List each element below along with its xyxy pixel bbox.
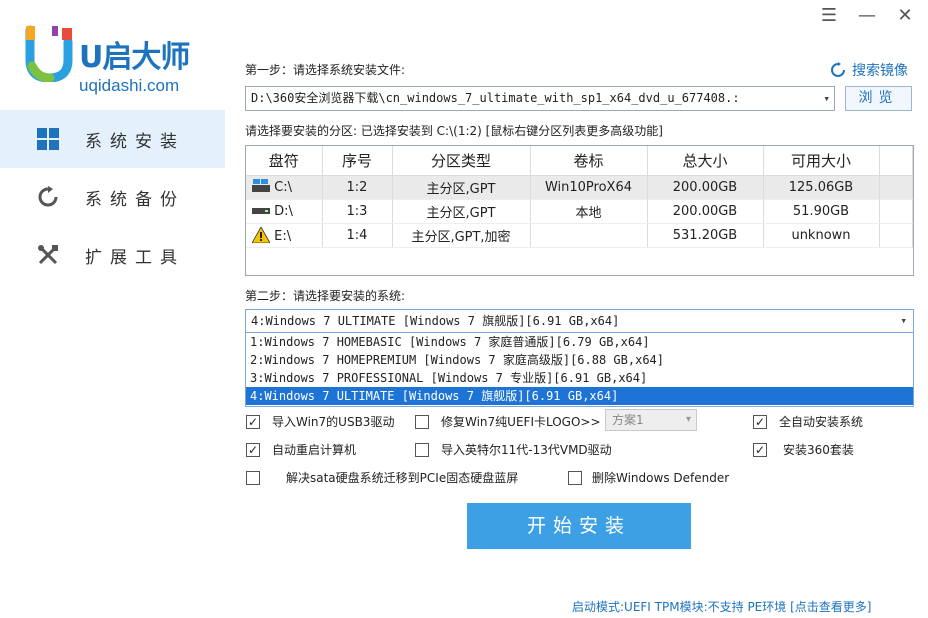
cell-total: 200.00GB	[647, 175, 764, 200]
cell-free: 125.06GB	[763, 175, 880, 200]
system-option[interactable]: 1:Windows 7 HOMEBASIC [Windows 7 家庭普通版][…	[246, 333, 913, 351]
cell-total: 531.20GB	[647, 223, 764, 248]
sidebar: U启大师 uqidashi.com 系统安装 系统备份 扩展工具	[0, 0, 225, 618]
sata-fix-checkbox[interactable]	[246, 470, 260, 485]
sidebar-item-extension-tools[interactable]: 扩展工具	[0, 226, 225, 284]
cell-index: 1:4	[322, 223, 393, 248]
cell-type: 主分区,GPT	[392, 175, 531, 200]
header-free[interactable]: 可用大小	[763, 146, 880, 176]
browse-button[interactable]: 浏览	[845, 86, 912, 111]
header-drive[interactable]: 盘符	[246, 146, 323, 176]
image-path-input[interactable]: D:\360安全浏览器下载\cn_windows_7_ultimate_with…	[245, 86, 835, 111]
cell-volume: 本地	[530, 199, 648, 224]
intel-vmd-option: 导入英特尔11代-13代VMD驱动	[415, 441, 612, 458]
auto-restart-option: ✓ 自动重启计算机	[246, 441, 356, 458]
cell-type: 主分区,GPT	[392, 199, 531, 224]
uefi-logo-fix-checkbox[interactable]	[415, 414, 429, 429]
table-row[interactable]: E:\ 1:4 主分区,GPT,加密 531.20GB unknown	[246, 223, 913, 248]
auto-install-checkbox[interactable]: ✓	[753, 414, 767, 429]
cell-free: unknown	[763, 223, 880, 248]
status-bar[interactable]: 启动模式:UEFI TPM模块:不支持 PE环境 [点击查看更多]	[572, 598, 871, 615]
system-option[interactable]: 2:Windows 7 HOMEPREMIUM [Windows 7 家庭高级版…	[246, 351, 913, 369]
install-360-label: 安装360套装	[783, 443, 854, 457]
cell-total: 200.00GB	[647, 199, 764, 224]
scheme-select[interactable]: 方案1 ▾	[605, 409, 697, 431]
system-select-value: 4:Windows 7 ULTIMATE [Windows 7 旗舰版][6.9…	[251, 314, 620, 328]
cell-index: 1:2	[322, 175, 393, 200]
logo-url: uqidashi.com	[79, 76, 180, 95]
header-index[interactable]: 序号	[322, 146, 393, 176]
cell-type: 主分区,GPT,加密	[392, 223, 531, 248]
drive-icon	[252, 208, 270, 214]
cell-index: 1:3	[322, 199, 393, 224]
step2-label: 第二步：请选择要安装的系统:	[245, 289, 406, 303]
install-360-option: ✓ 安装360套装	[753, 441, 854, 458]
auto-install-label: 全自动安装系统	[779, 415, 864, 429]
system-select[interactable]: 4:Windows 7 ULTIMATE [Windows 7 旗舰版][6.9…	[245, 309, 914, 333]
remove-defender-checkbox[interactable]	[568, 470, 582, 485]
tools-icon	[33, 240, 63, 270]
sidebar-item-system-install[interactable]: 系统安装	[0, 110, 225, 168]
header-filler	[879, 146, 913, 176]
chevron-down-icon: ▾	[685, 414, 691, 425]
start-install-button[interactable]: 开始安装	[467, 503, 691, 549]
cell-free: 51.90GB	[763, 199, 880, 224]
header-volume[interactable]: 卷标	[530, 146, 648, 176]
sidebar-item-system-backup[interactable]: 系统备份	[0, 168, 225, 226]
logo-mark-icon	[25, 25, 73, 82]
intel-vmd-label: 导入英特尔11代-13代VMD驱动	[441, 443, 612, 457]
cell-drive: C:\	[246, 175, 323, 200]
auto-install-option: ✓ 全自动安装系统	[753, 413, 863, 430]
logo: U启大师 uqidashi.com	[24, 24, 204, 95]
usb3-driver-label: 导入Win7的USB3驱动	[272, 415, 395, 429]
step1-label: 第一步：请选择系统安装文件:	[245, 63, 406, 77]
remove-defender-label: 删除Windows Defender	[592, 471, 730, 485]
refresh-icon	[33, 182, 63, 212]
chevron-down-icon[interactable]: ▾	[823, 87, 830, 110]
table-row[interactable]: D:\ 1:3 主分区,GPT 本地 200.00GB 51.90GB	[246, 199, 913, 224]
sata-fix-option: 解决sata硬盘系统迁移到PCIe固态硬盘蓝屏	[246, 469, 518, 486]
refresh-icon	[831, 62, 845, 77]
system-option-selected[interactable]: 4:Windows 7 ULTIMATE [Windows 7 旗舰版][6.9…	[246, 387, 913, 405]
cell-drive: E:\	[246, 223, 323, 248]
cell-filler	[879, 223, 913, 248]
logo-title: U启大师	[79, 40, 190, 75]
chevron-down-icon[interactable]: ▾	[900, 310, 907, 332]
system-option[interactable]: 3:Windows 7 PROFESSIONAL [Windows 7 专业版]…	[246, 369, 913, 387]
usb3-driver-checkbox[interactable]: ✓	[246, 414, 260, 429]
remove-defender-option: 删除Windows Defender	[568, 469, 729, 486]
main-panel: 第一步：请选择系统安装文件: 搜索镜像 D:\360安全浏览器下载\cn_win…	[243, 0, 928, 618]
sidebar-item-label: 系统安装	[85, 131, 185, 152]
table-row[interactable]: C:\ 1:2 主分区,GPT Win10ProX64 200.00GB 125…	[246, 175, 913, 200]
cell-drive: D:\	[246, 199, 323, 224]
usb3-driver-option: ✓ 导入Win7的USB3驱动	[246, 413, 394, 430]
table-header-row: 盘符 序号 分区类型 卷标 总大小 可用大小	[246, 146, 913, 176]
auto-restart-checkbox[interactable]: ✓	[246, 442, 260, 457]
intel-vmd-checkbox[interactable]	[415, 442, 429, 457]
uefi-logo-fix-label[interactable]: 修复Win7纯UEFI卡LOGO>>	[441, 413, 601, 430]
sidebar-item-label: 系统备份	[85, 189, 185, 210]
search-mirror-label: 搜索镜像	[852, 63, 908, 79]
auto-restart-label: 自动重启计算机	[272, 443, 357, 457]
search-mirror-link[interactable]: 搜索镜像	[830, 60, 908, 80]
partition-label: 请选择要安装的分区: 已选择安装到 C:\(1:2) [鼠标右键分区列表更多高级…	[245, 124, 663, 138]
windows-icon	[33, 124, 63, 154]
cell-filler	[879, 175, 913, 200]
scheme-select-value: 方案1	[612, 413, 644, 427]
partition-table: 盘符 序号 分区类型 卷标 总大小 可用大小 C:\ 1:2 主分区,GPT W…	[245, 145, 914, 276]
cell-volume: Win10ProX64	[530, 175, 648, 200]
cell-filler	[879, 199, 913, 224]
header-total[interactable]: 总大小	[647, 146, 764, 176]
system-dropdown-list: 1:Windows 7 HOMEBASIC [Windows 7 家庭普通版][…	[245, 333, 914, 407]
cell-volume	[530, 223, 648, 248]
install-360-checkbox[interactable]: ✓	[753, 442, 767, 457]
windows-drive-icon	[252, 179, 270, 192]
uefi-logo-fix-option: 修复Win7纯UEFI卡LOGO>>	[415, 413, 601, 430]
sata-fix-label: 解决sata硬盘系统迁移到PCIe固态硬盘蓝屏	[286, 471, 519, 485]
header-type[interactable]: 分区类型	[392, 146, 531, 176]
image-path-value: D:\360安全浏览器下载\cn_windows_7_ultimate_with…	[251, 91, 740, 105]
sidebar-item-label: 扩展工具	[85, 247, 185, 268]
warning-icon	[251, 225, 271, 243]
